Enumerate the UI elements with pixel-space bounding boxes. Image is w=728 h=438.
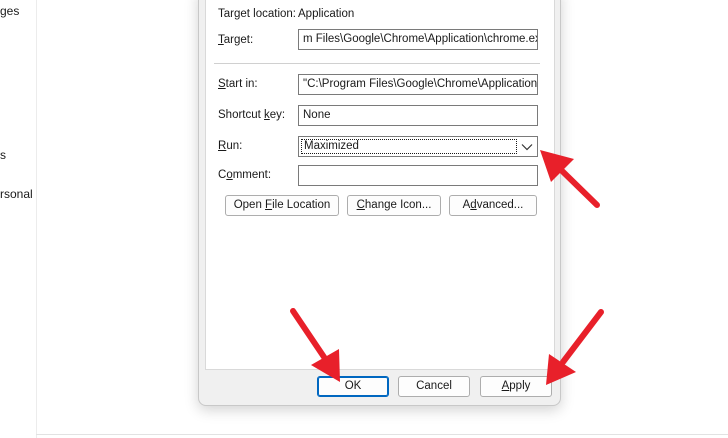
target-field[interactable]: m Files\Google\Chrome\Application\chrome… <box>298 29 538 50</box>
shortcut-key-label: Shortcut key: <box>218 109 286 121</box>
window-bottom-border <box>36 434 728 435</box>
comment-field[interactable] <box>298 165 538 186</box>
target-location-value: Application <box>298 8 355 20</box>
explorer-left-panel: ges s rsonal <box>0 0 37 438</box>
start-in-label: Start in: <box>218 78 258 90</box>
target-label: Target: <box>218 34 254 46</box>
nav-item-fragment[interactable]: ges <box>0 4 19 18</box>
advanced-button[interactable]: Advanced... <box>449 195 537 216</box>
open-file-location-button[interactable]: Open File Location <box>225 195 339 216</box>
start-in-field[interactable]: "C:\Program Files\Google\Chrome\Applicat… <box>298 74 538 95</box>
chevron-down-icon[interactable] <box>521 142 533 152</box>
comment-label: Comment: <box>218 169 272 181</box>
shortcut-key-field[interactable]: None <box>298 105 538 126</box>
nav-item-fragment[interactable]: rsonal <box>0 187 33 201</box>
desktop-background <box>560 0 728 438</box>
change-icon-button[interactable]: Change Icon... <box>347 195 441 216</box>
nav-item-fragment[interactable]: s <box>0 148 6 162</box>
separator <box>214 63 540 64</box>
apply-button[interactable]: Apply <box>480 376 552 397</box>
run-label: Run: <box>218 140 243 152</box>
run-select[interactable]: Maximized <box>298 136 538 157</box>
cancel-button[interactable]: Cancel <box>398 376 470 397</box>
target-location-label: Target location: <box>218 8 296 20</box>
ok-button[interactable]: OK <box>317 376 389 397</box>
run-select-value: Maximized <box>301 139 517 154</box>
